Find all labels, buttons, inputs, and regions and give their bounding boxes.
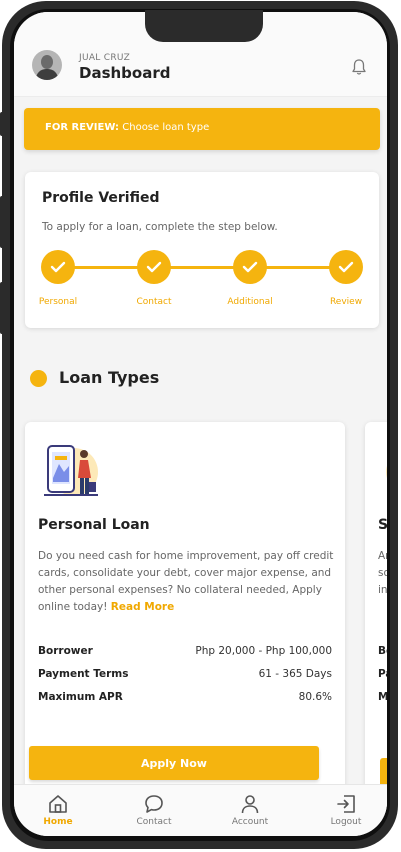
phone-shopping-illustration-icon	[44, 445, 98, 496]
second-loan-line: ins	[378, 584, 387, 596]
nav-label: Logout	[330, 817, 362, 827]
user-icon	[241, 795, 259, 814]
check-icon	[50, 261, 66, 273]
row-value: 80.6%	[298, 691, 332, 703]
nav-label: Account	[231, 817, 269, 827]
step-label-contact: Contact	[136, 297, 172, 307]
logout-icon	[337, 795, 355, 813]
check-icon	[242, 261, 258, 273]
section-dot	[30, 370, 47, 387]
section-title: Loan Types	[59, 368, 160, 387]
banner-message: Choose loan type	[122, 122, 210, 133]
second-loan-row-key: Bo	[378, 645, 387, 657]
loan-description: Do you need cash for home improvement, p…	[38, 548, 334, 616]
phone-volume-up	[0, 196, 4, 248]
loan-title: Personal Loan	[38, 517, 150, 533]
second-loan-line: Ar	[378, 550, 387, 562]
step-additional-check[interactable]	[233, 250, 267, 284]
step-review-check[interactable]	[329, 250, 363, 284]
bottom-nav: Home Contact Account Logout	[14, 784, 387, 836]
app-screen: JUAL CRUZ Dashboard FOR REVIEW: Choose l…	[14, 12, 387, 836]
nav-home[interactable]: Home	[23, 793, 93, 827]
page-title: Dashboard	[79, 64, 171, 82]
row-key: Maximum APR	[38, 691, 123, 703]
banner-text: FOR REVIEW: Choose loan type	[45, 122, 209, 133]
review-banner[interactable]: FOR REVIEW: Choose loan type	[24, 108, 380, 150]
row-key: Payment Terms	[38, 668, 129, 680]
second-loan-description: Ar so ins	[378, 548, 387, 599]
bell-icon[interactable]	[351, 58, 367, 76]
loan-description-text: Do you need cash for home improvement, p…	[38, 550, 334, 613]
phone-notch	[145, 10, 263, 42]
step-label-review: Review	[329, 297, 363, 307]
user-name: JUAL CRUZ	[79, 53, 131, 63]
stepper-line	[58, 266, 346, 269]
avatar[interactable]	[32, 50, 62, 80]
row-value: 61 - 365 Days	[258, 668, 332, 680]
second-loan-card[interactable]: Sa Ar so ins Bo Pa M	[365, 422, 387, 822]
check-icon	[338, 261, 354, 273]
step-contact-check[interactable]	[137, 250, 171, 284]
second-loan-title: Sa	[378, 517, 387, 533]
second-loan-row-key: M	[378, 691, 387, 703]
second-loan-line: so	[378, 567, 387, 579]
step-label-personal: Personal	[38, 297, 78, 307]
phone-volume-down	[0, 282, 4, 334]
read-more-link[interactable]: Read More	[111, 601, 174, 613]
profile-description: To apply for a loan, complete the step b…	[42, 221, 278, 233]
nav-label: Contact	[136, 817, 172, 827]
step-label-additional: Additional	[227, 297, 273, 307]
row-key: Borrower	[38, 645, 93, 657]
profile-card: Profile Verified To apply for a loan, co…	[25, 172, 379, 328]
home-icon	[49, 795, 67, 813]
profile-title: Profile Verified	[42, 190, 160, 206]
nav-label: Home	[43, 817, 73, 827]
nav-contact[interactable]: Contact	[119, 793, 189, 827]
nav-logout[interactable]: Logout	[311, 793, 381, 827]
apply-now-button[interactable]: Apply Now	[29, 746, 319, 780]
row-value: Php 20,000 - Php 100,000	[195, 645, 332, 657]
loan-illustration-icon	[386, 465, 387, 479]
step-personal-check[interactable]	[41, 250, 75, 284]
check-icon	[146, 261, 162, 273]
chat-icon	[145, 795, 163, 813]
banner-prefix: FOR REVIEW:	[45, 122, 120, 133]
phone-side-button	[0, 112, 4, 136]
second-loan-row-key: Pa	[378, 668, 387, 680]
nav-account[interactable]: Account	[215, 793, 285, 827]
